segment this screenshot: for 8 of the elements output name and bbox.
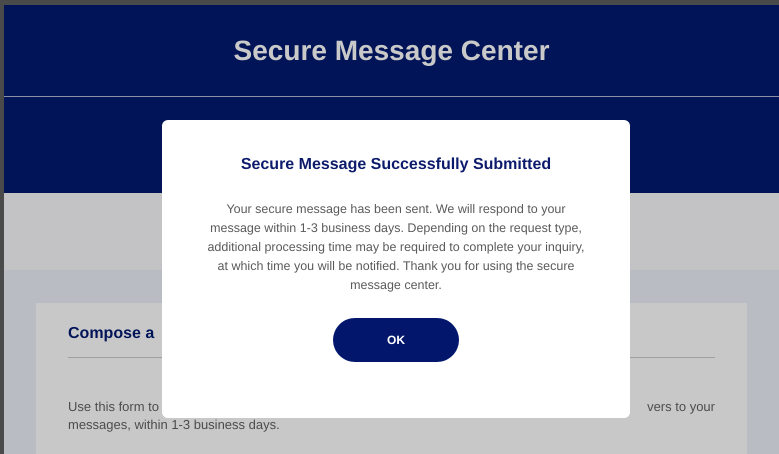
dialog-title: Secure Message Successfully Submitted — [240, 156, 552, 174]
dialog-message: Your secure message has been sent. We will respond to your message within 1-3 business days. Depending on the request type, additional processing time may be required to complete your inquiry, at which time you will be notified. Thank you for using the secure message center. — [206, 201, 586, 294]
card-heading: Compose a — [68, 325, 154, 343]
page-title: Secure Message Center — [234, 34, 550, 66]
intro-text: vers to your — [647, 398, 715, 416]
intro-text: messages, within 1-3 business days. — [68, 416, 281, 434]
ok-button[interactable]: OK — [333, 318, 459, 362]
intro-text: Use this form to — [68, 398, 160, 416]
